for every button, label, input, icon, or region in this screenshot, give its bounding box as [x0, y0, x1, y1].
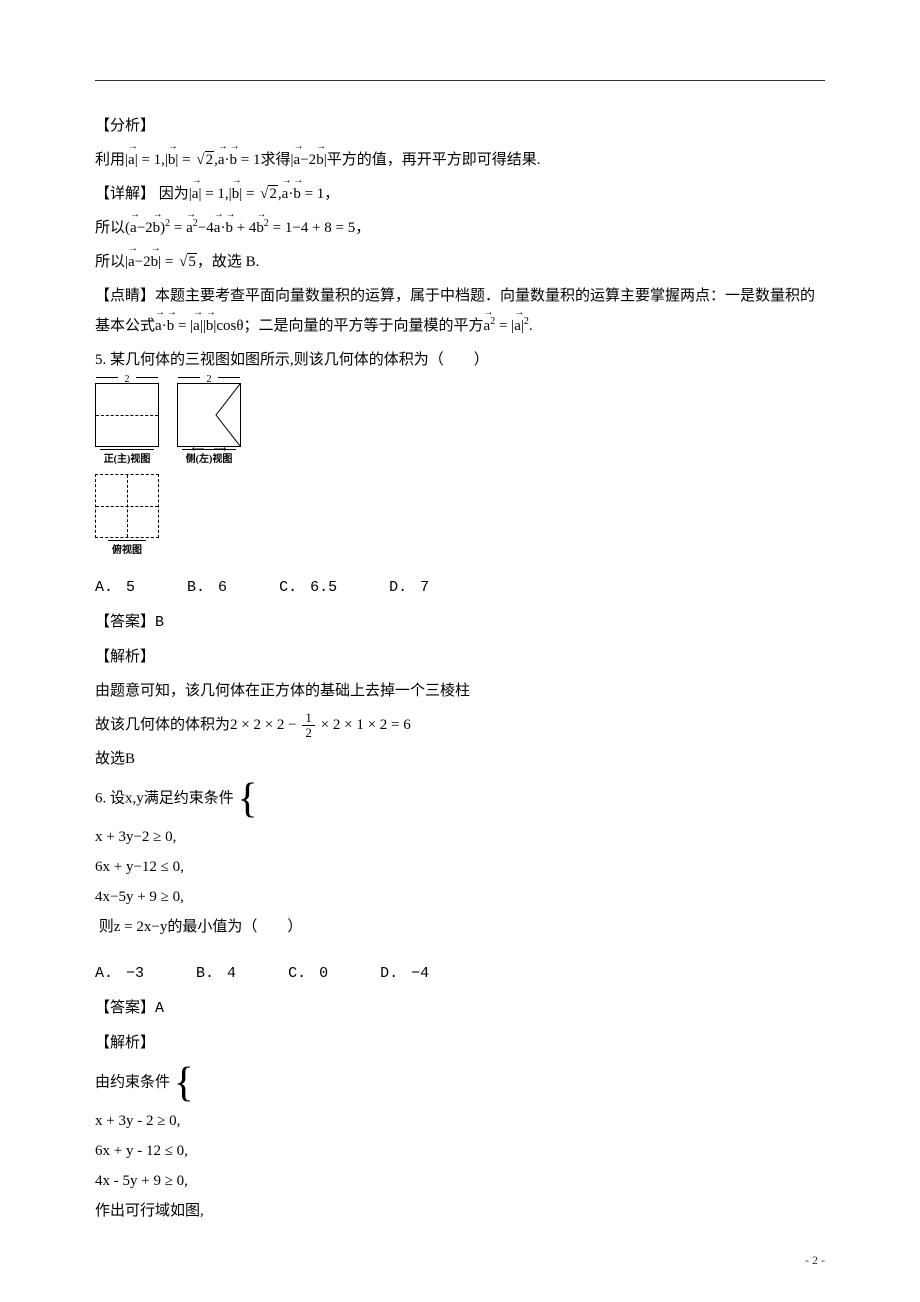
option-a: A. 5 [95, 579, 135, 596]
text: 因为 [159, 186, 189, 202]
detail-line2: 所以(a−2b)2 = a2−4a·b + 4b2 = 1−4 + 8 = 5， [95, 211, 825, 245]
q6-jiexi-body: 由约束条件 { [95, 1060, 825, 1106]
option-d: D. −4 [380, 965, 429, 982]
front-view-label: 正(主)视图 [100, 449, 155, 470]
page-number: - 2 - [805, 1248, 825, 1272]
option-b: B. 6 [187, 579, 227, 596]
constraint-system-2: { [174, 1062, 196, 1104]
page: 【分析】 利用|a| = 1,|b| = 2,a·b = 1求得|a−2b|平方… [0, 0, 920, 1302]
option-c: C. 0 [288, 965, 328, 982]
text: 6. 设x,y满足约束条件 [95, 791, 234, 807]
text: ， [355, 220, 370, 236]
constraint-system: { [238, 778, 260, 820]
analysis-line1: 利用|a| = 1,|b| = 2,a·b = 1求得|a−2b|平方的值，再开… [95, 143, 825, 177]
text: 平方的值，再开平方即可得结果. [327, 152, 541, 168]
text: 所以 [95, 254, 125, 270]
q5-jiexi-2: 故该几何体的体积为2 × 2 × 2 − 12 × 2 × 1 × 2 = 6 [95, 708, 825, 742]
q6-jiexi-label: 【解析】 [95, 1026, 825, 1060]
answer-value: B [155, 614, 164, 631]
dianjing-heading: 【点睛】 [95, 288, 155, 304]
expr: 2 × 2 × 2 − [230, 717, 297, 733]
q6-stem: 6. 设x,y满足约束条件 { [95, 776, 825, 822]
option-d: D. 7 [389, 579, 429, 596]
analysis-block: 【分析】 [95, 109, 825, 143]
detail-line1: 【详解】 因为|a| = 1,|b| = 2,a·b = 1， [95, 177, 825, 211]
analysis-heading: 【分析】 [95, 118, 155, 134]
constraint-2: 6x + y - 12 ≤ 0, [95, 1136, 825, 1166]
text: 则z = 2x−y的最小值为（ ） [99, 919, 303, 935]
constraint-3: 4x - 5y + 9 ≥ 0, [95, 1166, 825, 1196]
option-b: B. 4 [196, 965, 236, 982]
top-rule [95, 80, 825, 81]
dim-label: 2 [96, 370, 158, 390]
dianjing-block: 【点睛】本题主要考查平面向量数量积的运算，属于中档题．向量数量积的运算主要掌握两… [95, 279, 825, 343]
watermark-faint [177, 525, 180, 561]
q5-answer: 【答案】B [95, 605, 825, 640]
q5-jiexi-1: 由题意可知，该几何体在正方体的基础上去掉一个三棱柱 [95, 674, 825, 708]
text: 故该几何体的体积为 [95, 717, 230, 733]
option-a: A. −3 [95, 965, 144, 982]
text: 由约束条件 [95, 1075, 170, 1091]
text: 利用 [95, 152, 125, 168]
top-view-label: 俯视图 [108, 540, 146, 561]
q6-answer: 【答案】A [95, 991, 825, 1026]
q6-options: A. −3 B. 4 C. 0 D. −4 [95, 957, 825, 991]
text: . [529, 318, 533, 334]
front-view: 2 正(主)视图 [95, 383, 159, 470]
constraint-1: x + 3y−2 ≥ 0, [95, 822, 825, 852]
constraint-1: x + 3y - 2 ≥ 0, [95, 1106, 825, 1136]
q5-jiexi-3: 故选B [95, 742, 825, 776]
detail-line3: 所以|a−2b| = 5，故选 B. [95, 245, 825, 279]
q5-options: A. 5 B. 6 C. 6.5 D. 7 [95, 571, 825, 605]
option-c: C. 6.5 [279, 579, 337, 596]
denominator: 2 [302, 726, 315, 740]
text: 所以 [95, 220, 125, 236]
three-views-figure: 2 正(主)视图 2 ⟵ ⟶ 侧(左)视图 俯视图 [95, 383, 825, 561]
fraction: 12 [302, 711, 315, 741]
detail-heading: 【详解】 [95, 186, 155, 202]
top-view: 俯视图 [95, 474, 159, 561]
side-view-shape [178, 384, 240, 446]
text: ；二是向量的平方等于向量模的平方 [244, 318, 484, 334]
answer-label: 【答案】 [95, 614, 155, 630]
answer-value: A [155, 1000, 164, 1017]
q5-jiexi-label: 【解析】 [95, 640, 825, 674]
expr: × 2 × 1 × 2 = 6 [321, 717, 411, 733]
text: ，故选 B. [197, 254, 260, 270]
answer-label: 【答案】 [95, 1000, 155, 1016]
numerator: 1 [302, 711, 315, 726]
text: ， [324, 186, 339, 202]
text: 作出可行域如图, [95, 1203, 204, 1219]
side-view: 2 ⟵ ⟶ 侧(左)视图 [177, 383, 241, 470]
text: 求得 [261, 152, 291, 168]
constraint-3: 4x−5y + 9 ≥ 0, [95, 882, 825, 912]
constraint-2: 6x + y−12 ≤ 0, [95, 852, 825, 882]
